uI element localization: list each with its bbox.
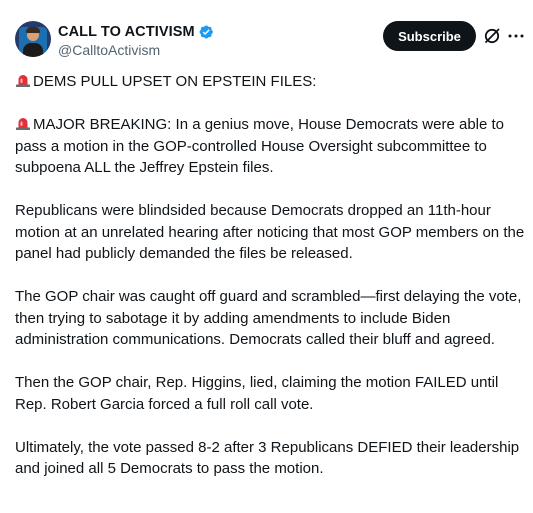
author-names[interactable]: CALL TO ACTIVISM @CalltoActivism <box>58 23 214 58</box>
breaking-paragraph: MAJOR BREAKING: In a genius move, House … <box>15 114 525 179</box>
paragraph-3: Then the GOP chair, Rep. Higgins, lied, … <box>15 374 499 413</box>
display-name[interactable]: CALL TO ACTIVISM <box>58 24 195 40</box>
avatar[interactable] <box>15 21 51 57</box>
display-name-row: CALL TO ACTIVISM <box>58 23 214 41</box>
subscribe-button[interactable]: Subscribe <box>383 21 476 51</box>
handle[interactable]: @CalltoActivism <box>58 42 214 58</box>
grok-icon[interactable] <box>482 26 502 46</box>
tweet-text: DEMS PULL UPSET ON EPSTEIN FILES: MAJOR … <box>15 71 525 501</box>
avatar-body <box>23 43 43 57</box>
paragraph-2: The GOP chair was caught off guard and s… <box>15 288 522 348</box>
more-horizontal-icon[interactable] <box>506 26 526 46</box>
police-light-icon <box>16 118 30 130</box>
headline-paragraph: DEMS PULL UPSET ON EPSTEIN FILES: <box>15 71 525 93</box>
avatar-hair <box>26 27 40 33</box>
police-light-icon <box>16 75 30 87</box>
breaking-text: MAJOR BREAKING: In a genius move, House … <box>15 116 505 176</box>
paragraph-1: Republicans were blindsided because Demo… <box>15 202 525 262</box>
paragraph-4: Ultimately, the vote passed 8-2 after 3 … <box>15 438 520 478</box>
verified-badge-icon <box>199 25 213 39</box>
tweet-header: CALL TO ACTIVISM @CalltoActivism Subscri… <box>15 21 525 61</box>
headline-text: DEMS PULL UPSET ON EPSTEIN FILES: <box>33 73 317 90</box>
